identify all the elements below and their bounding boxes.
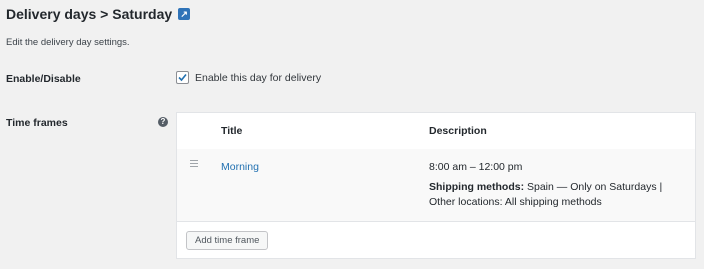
drag-handle-icon[interactable] (190, 160, 198, 167)
column-header-title: Title (221, 125, 243, 137)
enable-day-checkbox[interactable] (176, 71, 189, 84)
enable-disable-label: Enable/Disable (6, 73, 81, 85)
page-title: Delivery days > Saturday ↗ (6, 6, 191, 22)
add-time-frame-button[interactable]: Add time frame (186, 231, 269, 250)
table-row: Morning 8:00 am – 12:00 pm Shipping meth… (177, 149, 695, 222)
external-link-icon[interactable]: ↗ (178, 8, 191, 20)
column-header-description: Description (429, 125, 487, 137)
time-frame-time-range: 8:00 am – 12:00 pm (429, 161, 523, 173)
time-frames-table: Title Description Morning 8:00 am – 12:0… (176, 112, 696, 259)
time-frames-label: Time frames (6, 117, 68, 129)
page-title-text: Delivery days > Saturday (6, 6, 173, 22)
table-header: Title Description (177, 113, 695, 150)
time-frame-title-link[interactable]: Morning (221, 161, 259, 173)
enable-day-checkbox-label: Enable this day for delivery (195, 71, 322, 84)
enable-day-checkbox-row[interactable]: Enable this day for delivery (176, 71, 321, 84)
page-description: Edit the delivery day settings. (6, 37, 130, 48)
time-frame-shipping-methods: Shipping methods: Spain — Only on Saturd… (429, 180, 689, 210)
shipping-methods-label: Shipping methods: (429, 181, 525, 193)
checkmark-icon (178, 73, 187, 82)
help-icon[interactable]: ? (158, 117, 168, 127)
